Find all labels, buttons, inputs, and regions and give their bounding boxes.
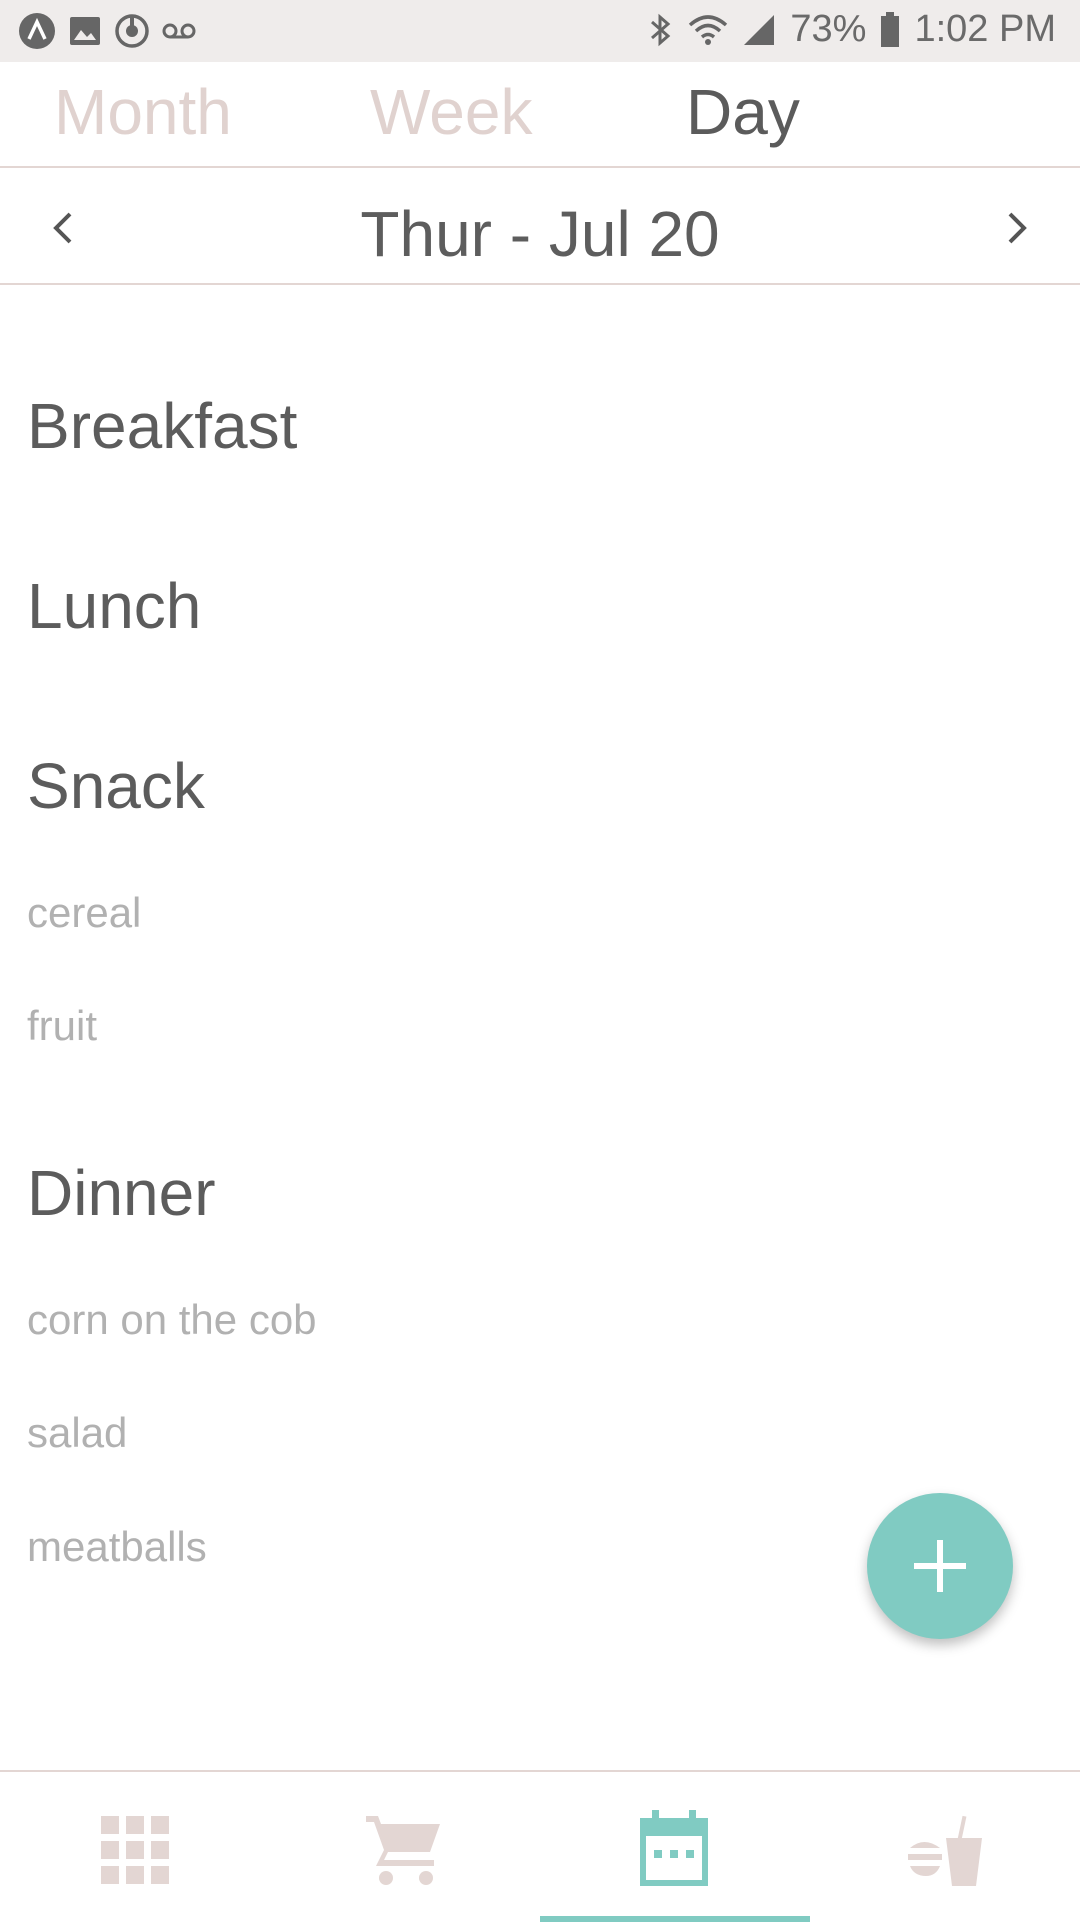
list-item[interactable]: cereal [27, 892, 141, 934]
date-navigation: Thur - Jul 20 [0, 168, 1080, 285]
status-bar: 73% 1:02 PM [0, 0, 1080, 62]
plus-icon [914, 1540, 966, 1592]
list-item[interactable]: corn on the cob [27, 1299, 317, 1341]
clock: 1:02 PM [914, 8, 1056, 50]
list-item[interactable]: fruit [27, 1005, 97, 1047]
bluetooth-icon [651, 13, 671, 46]
chevron-right-icon[interactable] [996, 208, 1036, 248]
cart-icon[interactable] [364, 1810, 444, 1890]
sync-icon [115, 14, 149, 48]
current-date: Thur - Jul 20 [360, 198, 720, 270]
battery-icon [881, 11, 900, 47]
food-drink-icon[interactable] [906, 1810, 986, 1890]
calendar-icon[interactable] [634, 1810, 714, 1890]
grid-icon[interactable] [95, 1810, 175, 1890]
tab-day[interactable]: Day [686, 80, 800, 144]
battery-percentage: 73% [790, 8, 867, 50]
bottom-navigation [0, 1770, 1080, 1922]
tab-week[interactable]: Week [370, 80, 532, 144]
list-item[interactable]: salad [27, 1412, 127, 1454]
active-tab-indicator [540, 1916, 810, 1922]
signal-icon [744, 14, 775, 45]
list-item[interactable]: meatballs [27, 1526, 207, 1568]
wifi-icon [689, 14, 728, 45]
meal-title-lunch[interactable]: Lunch [27, 574, 201, 638]
app-logo-icon [19, 13, 55, 49]
tab-month[interactable]: Month [54, 80, 232, 144]
voicemail-icon [162, 23, 196, 39]
meal-title-dinner[interactable]: Dinner [27, 1161, 216, 1225]
meal-title-breakfast[interactable]: Breakfast [27, 394, 297, 458]
view-tabs: Month Week Day [0, 62, 1080, 168]
status-icons-right: 73% 1:02 PM [648, 8, 1056, 51]
meal-title-snack[interactable]: Snack [27, 754, 205, 818]
add-meal-button[interactable] [867, 1493, 1013, 1639]
status-icons-left [18, 12, 196, 50]
image-icon [70, 17, 100, 45]
